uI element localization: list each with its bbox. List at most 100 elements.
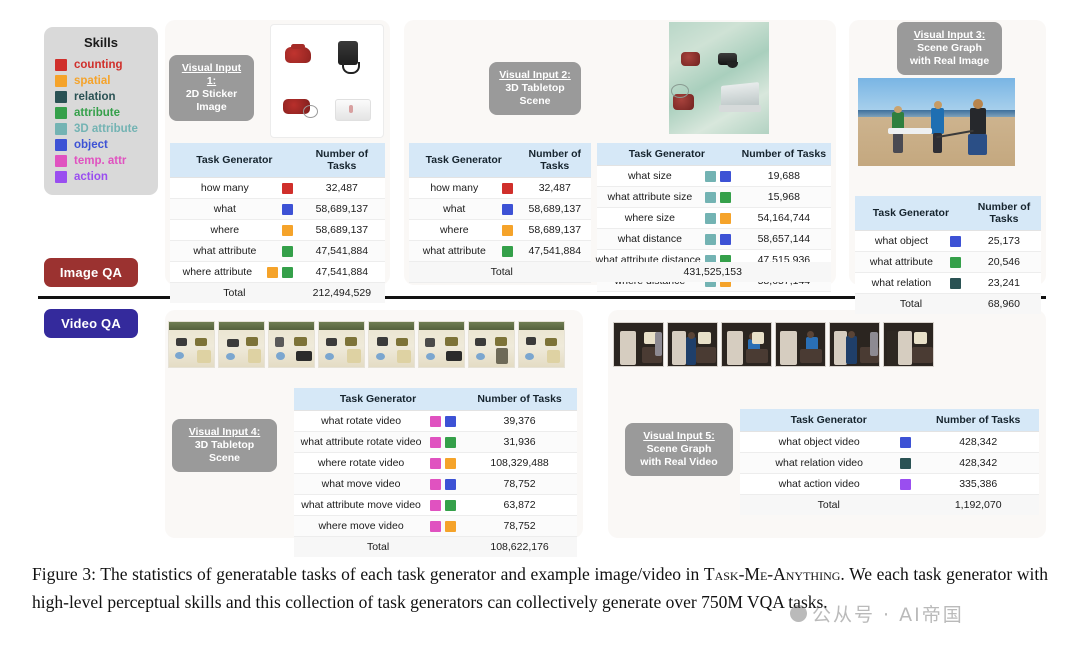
task-generator-name: what attribute: [869, 256, 933, 268]
task-generator-cell: what action video: [740, 473, 918, 495]
task-generator-name: what object video: [778, 436, 860, 448]
table-row: what object 25,173: [855, 230, 1041, 252]
task-generator-table: Task Generator Number of Tasks what object…: [855, 196, 1041, 314]
column-header-number-of-tasks: Number of Tasks: [462, 388, 577, 411]
skill-swatch-icon: [55, 139, 67, 151]
task-generator-cell: where size: [597, 207, 737, 229]
number-of-tasks-cell: 23,241: [966, 272, 1041, 294]
total-label: Total: [409, 262, 595, 282]
total-value: 431,525,153: [594, 262, 831, 282]
skill-swatch-icon: [55, 155, 67, 167]
visual-input-3-chip: Visual Input 3: Scene Graph with Real Imag…: [897, 22, 1002, 75]
number-of-tasks-cell: 58,689,137: [298, 198, 385, 220]
task-generator-name: how many: [430, 182, 479, 194]
total-value: 68,960: [966, 293, 1041, 314]
figure-label: Figure 3:: [32, 564, 96, 584]
video-frame: [721, 322, 772, 367]
total-label: Total: [855, 293, 967, 314]
skill-chip-icon: [266, 266, 278, 278]
table-row: what distance 58,657,144: [597, 228, 831, 250]
video-frame: [468, 321, 515, 368]
skill-swatch-icon: [55, 91, 67, 103]
visual-input-subline: Image: [196, 101, 227, 113]
visual-input-subline: 3D Tabletop: [505, 82, 565, 94]
skill-chip-icon: [445, 499, 457, 511]
task-generator-cell: how many: [409, 177, 519, 199]
task-generator-name: what attribute size: [607, 191, 693, 203]
task-generator-name: how many: [200, 182, 249, 194]
total-label: Total: [740, 494, 918, 515]
task-generator-cell: what: [170, 198, 299, 220]
table-row: what attribute 20,546: [855, 251, 1041, 273]
skill-legend-label: action: [74, 171, 108, 183]
number-of-tasks-cell: 58,689,137: [298, 219, 385, 241]
column-header-task-generator: Task Generator: [409, 143, 519, 178]
filmstrip-tabletop-video: [168, 321, 565, 368]
visual-input-subline: Scene Graph: [917, 42, 982, 54]
task-generator-cell: what distance: [597, 228, 737, 250]
task-generator-cell: what attribute rotate video: [294, 431, 463, 453]
number-of-tasks-cell: 47,541,884: [298, 261, 385, 283]
skill-legend-label: 3D attribute: [74, 123, 138, 135]
visual-input-2-chip: Visual Input 2: 3D Tabletop Scene: [489, 62, 581, 115]
number-of-tasks-cell: 15,968: [736, 186, 831, 208]
task-generator-name: what move video: [321, 478, 401, 490]
skill-chip-icon: [900, 457, 912, 469]
video-frame: [613, 322, 664, 367]
table-row: what action video 335,386: [740, 473, 1039, 495]
total-label: Total: [170, 282, 299, 303]
column-header-number-of-tasks: Number of Tasks: [966, 196, 1041, 231]
video-frame: [368, 321, 415, 368]
figure-caption: Figure 3: The statistics of generatable …: [32, 560, 1048, 616]
skill-chip-icon: [445, 478, 457, 490]
table-row: where 58,689,137: [409, 219, 591, 241]
sample-image-2d-stickers: [270, 24, 384, 138]
skill-legend-item: counting: [44, 57, 158, 73]
table-row: what 58,689,137: [170, 198, 385, 220]
table-row: what relation 23,241: [855, 272, 1041, 294]
number-of-tasks-cell: 54,164,744: [736, 207, 831, 229]
table-row: where attribute 47,541,884: [170, 261, 385, 283]
skills-legend: Skills counting spatial relation attribute 3…: [44, 27, 158, 195]
task-generator-name: where rotate video: [317, 457, 405, 469]
task-generator-cell: where rotate video: [294, 452, 463, 474]
skill-chip-icon: [281, 182, 293, 194]
visual-input-subline: with Real Image: [909, 55, 990, 67]
table-total-row: Total 431,525,153: [409, 262, 831, 282]
skill-legend-item: object: [44, 137, 158, 153]
number-of-tasks-cell: 78,752: [462, 473, 577, 495]
column-header-task-generator: Task Generator: [597, 143, 737, 166]
skill-swatch-icon: [55, 123, 67, 135]
visual-input-subline: 3D Tabletop: [194, 439, 255, 451]
visual-input-heading: Visual Input 3:: [913, 29, 986, 41]
number-of-tasks-cell: 335,386: [917, 473, 1039, 495]
task-generator-name: where size: [624, 212, 675, 224]
video-qa-badge: Video QA: [44, 309, 138, 338]
video-frame: [829, 322, 880, 367]
table-row: what move video 78,752: [294, 473, 577, 495]
skill-legend-label: attribute: [74, 107, 120, 119]
skill-legend-label: spatial: [74, 75, 111, 87]
table-row: what 58,689,137: [409, 198, 591, 220]
skill-swatch-icon: [55, 59, 67, 71]
task-generator-cell: what relation: [855, 272, 967, 294]
task-generator-name: what attribute move video: [301, 499, 421, 511]
task-generator-name: what: [443, 203, 466, 215]
video-frame: [667, 322, 718, 367]
task-generator-name: what: [213, 203, 236, 215]
image-qa-badge: Image QA: [44, 258, 138, 287]
table-total-row: Total 68,960: [855, 293, 1041, 314]
task-generator-name: what relation: [871, 277, 932, 289]
column-header-task-generator: Task Generator: [294, 388, 463, 411]
visual-input-heading: Visual Input 5:: [643, 430, 715, 442]
task-generator-cell: where: [170, 219, 299, 241]
number-of-tasks-cell: 63,872: [462, 494, 577, 516]
visual-input-subline: with Real Video: [640, 456, 718, 468]
skill-chip-icon: [719, 233, 731, 245]
table-row: what attribute rotate video 31,936: [294, 431, 577, 453]
skill-chip-icon: [704, 191, 716, 203]
sample-image-real-beach: [858, 78, 1015, 166]
skill-legend-item: relation: [44, 89, 158, 105]
visual-input-5-chip: Visual Input 5: Scene Graph with Real Vide…: [625, 423, 733, 476]
skill-chip-icon: [719, 212, 731, 224]
